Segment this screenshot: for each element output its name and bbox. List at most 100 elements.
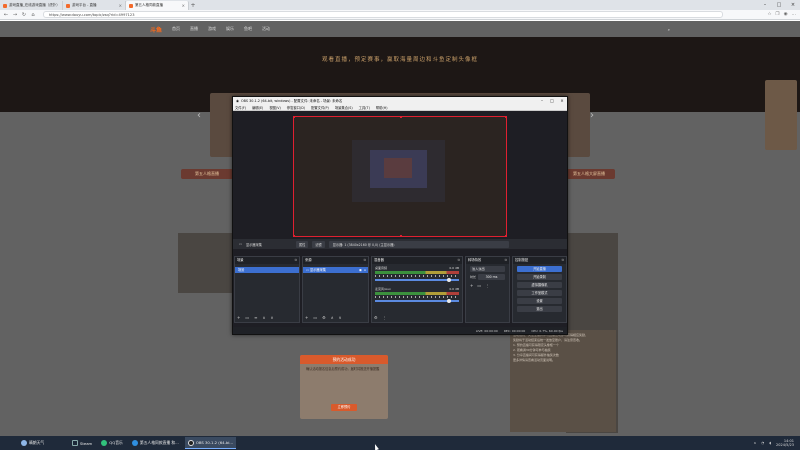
start-streaming-button[interactable]: 开始直播 — [517, 266, 562, 272]
volume-slider[interactable] — [375, 298, 459, 303]
gear-icon[interactable]: ⚙ — [322, 315, 326, 320]
search-icon[interactable]: ⌕ — [668, 27, 670, 32]
nav-item[interactable]: 鱼吧 — [244, 26, 252, 32]
dock-options-icon[interactable]: ⧉ — [505, 257, 509, 264]
dock-options-icon[interactable]: ⧉ — [562, 257, 566, 264]
resize-handle[interactable] — [293, 235, 295, 237]
taskbar-item-browser[interactable]: 第五人格同款直播 和... — [129, 437, 182, 449]
network-icon[interactable]: ◔ — [761, 441, 764, 445]
start-recording-button[interactable]: 开始录制 — [517, 274, 562, 280]
menu-item-scene-collection[interactable]: 场景集合(S) — [335, 105, 353, 110]
volume-icon[interactable]: ◖ — [769, 441, 771, 445]
tab-favicon-icon — [129, 3, 133, 8]
close-tab-icon[interactable]: × — [119, 3, 122, 8]
menu-item-tools[interactable]: 工具(T) — [359, 105, 370, 110]
move-up-icon[interactable]: ∧ — [263, 315, 266, 320]
close-window-icon[interactable]: × — [786, 2, 800, 8]
more-menu-icon[interactable]: ⋮ — [383, 315, 387, 320]
exit-button[interactable]: 退出 — [517, 306, 562, 312]
more-menu-icon[interactable]: … — [792, 12, 797, 17]
more-menu-icon[interactable]: ⋮ — [485, 283, 489, 288]
move-up-icon[interactable]: ∧ — [331, 315, 334, 320]
move-down-icon[interactable]: ∨ — [270, 315, 273, 320]
new-tab-button[interactable]: + — [189, 2, 197, 9]
site-logo[interactable]: 斗鱼 — [150, 25, 162, 34]
right-feature-button[interactable]: 第五人格大屏直播 — [563, 169, 615, 179]
live-timer: LIVE: 00:00:00 — [475, 328, 498, 333]
menu-item-view[interactable]: 视图(V) — [269, 105, 280, 110]
preview-nested-capture-3 — [384, 158, 412, 178]
taskbar-item-obs[interactable]: OBS 30.1.2 (64-bi... — [184, 437, 237, 449]
filter-icon[interactable]: ≡ — [254, 315, 257, 320]
menu-item-help[interactable]: 帮助(H) — [376, 105, 388, 110]
taskbar-item-qqmusic[interactable]: QQ音乐 — [98, 437, 126, 449]
resize-handle[interactable] — [400, 116, 402, 118]
nav-item[interactable]: 首页 — [172, 26, 180, 32]
add-icon[interactable]: + — [305, 315, 308, 320]
back-icon[interactable]: ← — [3, 12, 9, 18]
url-input[interactable]: https://www.douyu.com/topic/zsq?rid=4997… — [43, 11, 723, 18]
remove-icon[interactable]: ▭ — [477, 283, 481, 288]
system-tray: ∧ ◔ ◖ 14:01 2024/5/23 — [754, 439, 800, 448]
volume-slider[interactable] — [375, 277, 459, 282]
studio-mode-button[interactable]: 工作室模式 — [517, 290, 562, 296]
weather-widget[interactable]: 晴朗天气 — [18, 437, 47, 449]
close-window-icon[interactable]: × — [557, 98, 567, 103]
favorite-star-icon[interactable]: ☆ — [767, 12, 771, 17]
clock[interactable]: 14:01 2024/5/23 — [776, 439, 794, 448]
properties-button[interactable]: 属性 — [295, 240, 309, 248]
resize-handle[interactable] — [505, 116, 507, 118]
nav-item[interactable]: 游戏 — [208, 26, 216, 32]
source-item[interactable]: ▭ 显示器采集 ◉ ▫ — [303, 267, 368, 273]
nav-item[interactable]: 直播 — [190, 26, 198, 32]
settings-button[interactable]: 设置 — [517, 298, 562, 304]
obs-preview[interactable] — [293, 116, 507, 237]
menu-item-edit[interactable]: 编辑(E) — [252, 105, 263, 110]
remove-icon[interactable]: ▭ — [245, 315, 249, 320]
remove-icon[interactable]: ▭ — [313, 315, 317, 320]
resize-handle[interactable] — [293, 116, 295, 118]
maximize-icon[interactable]: □ — [772, 2, 786, 8]
resize-handle[interactable] — [400, 235, 402, 237]
browser-tab-active[interactable]: 第五人格同款直播 × — [126, 1, 189, 10]
move-down-icon[interactable]: ∨ — [339, 315, 342, 320]
taskbar-item-steam[interactable]: Steam — [69, 437, 95, 449]
minimize-icon[interactable]: – — [537, 98, 547, 103]
scene-item[interactable]: 场景 — [235, 267, 299, 273]
nav-item[interactable]: 活动 — [262, 26, 270, 32]
chevron-up-icon[interactable]: ∧ — [754, 441, 757, 445]
menu-item-file[interactable]: 文件(F) — [235, 105, 246, 110]
collections-icon[interactable]: ❐ — [776, 12, 780, 17]
virtual-camera-button[interactable]: 虚拟摄像机 — [517, 282, 562, 288]
display-select[interactable]: 显示器: 1 (3840x2160 @ 0,0) (主显示器) — [328, 240, 509, 248]
left-feature-button[interactable]: 第五人格直播 — [181, 169, 233, 179]
maximize-icon[interactable]: □ — [547, 98, 557, 103]
gear-icon[interactable]: ⚙ — [374, 315, 378, 320]
close-tab-icon[interactable]: × — [182, 3, 185, 8]
menu-item-docks[interactable]: 停靠窗口(D) — [287, 105, 305, 110]
home-icon[interactable]: ⌂ — [30, 12, 36, 18]
minimize-icon[interactable]: – — [758, 2, 772, 8]
side-advert[interactable] — [765, 80, 797, 150]
refresh-icon[interactable]: ↻ — [21, 12, 27, 18]
filters-button[interactable]: 滤镜 — [312, 240, 325, 248]
transition-select[interactable]: 淡入淡出 — [470, 266, 505, 272]
dock-options-icon[interactable]: ⧉ — [364, 257, 368, 264]
add-icon[interactable]: + — [237, 315, 240, 320]
nav-item[interactable]: 娱乐 — [226, 26, 234, 32]
dock-options-icon[interactable]: ⧉ — [458, 257, 462, 264]
menu-item-profile[interactable]: 配置文件(P) — [311, 105, 329, 110]
duration-input[interactable]: 300 ms — [478, 274, 505, 280]
promo-button[interactable]: 立即预约 — [331, 404, 357, 411]
add-icon[interactable]: + — [470, 283, 473, 288]
carousel-next-icon[interactable]: › — [590, 110, 594, 121]
lock-icon[interactable]: ▫ — [364, 267, 368, 273]
activity-rules: 活动规则：关注主播并参与直播互动即可获得相应奖励， 奖励将于活动结束后统一发放至… — [510, 330, 616, 432]
forward-icon[interactable]: → — [12, 12, 18, 18]
browser-tab[interactable]: 游戏平台 - 直播 × — [63, 1, 126, 10]
profile-icon[interactable]: ◉ — [784, 12, 788, 17]
dock-options-icon[interactable]: ⧉ — [295, 257, 299, 264]
browser-tab[interactable]: 游戏直播_在线游戏直播（虎扑） × — [0, 1, 63, 10]
resize-handle[interactable] — [505, 235, 507, 237]
carousel-prev-icon[interactable]: ‹ — [197, 110, 201, 121]
